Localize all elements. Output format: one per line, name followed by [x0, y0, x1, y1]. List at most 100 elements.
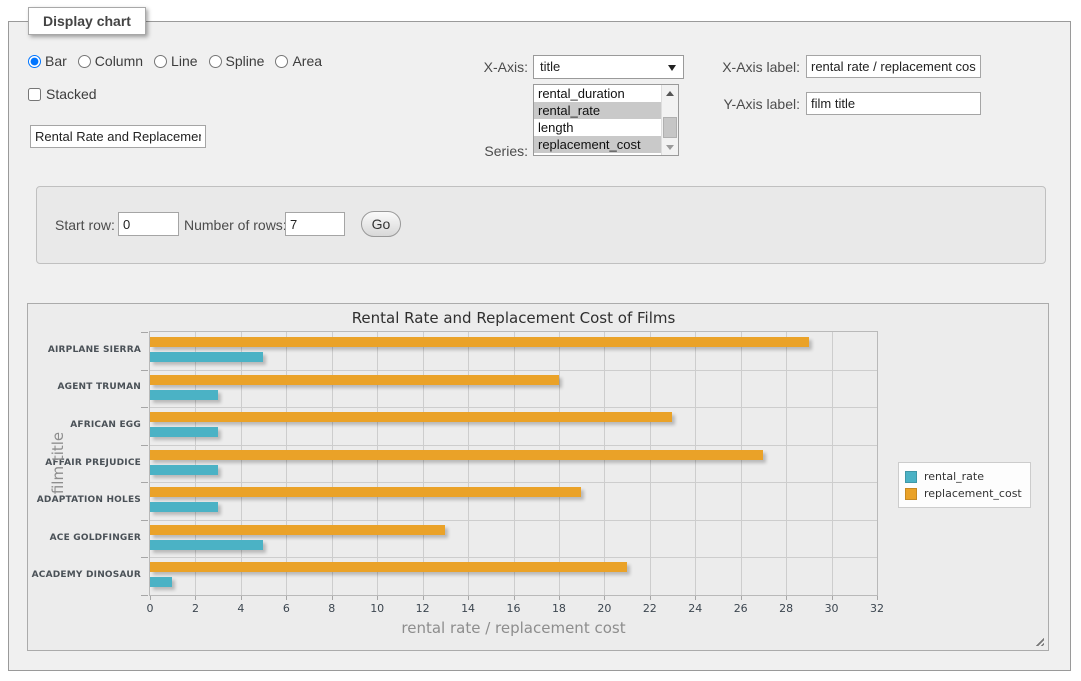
y-tick-mark	[141, 370, 148, 371]
x-tick-mark	[741, 596, 742, 600]
y-category-label: AFRICAN EGG	[28, 420, 141, 430]
chart-type-label: Spline	[226, 53, 265, 69]
chart-type-radio-spline[interactable]	[209, 55, 222, 68]
x-tick-label: 18	[544, 602, 574, 615]
chart-title-input[interactable]	[30, 125, 206, 148]
series-multiselect[interactable]: rental_durationrental_ratelengthreplacem…	[533, 84, 679, 156]
series-options: rental_durationrental_ratelengthreplacem…	[534, 85, 661, 155]
chart-type-option-area: Area	[275, 53, 322, 69]
legend-label: rental_rate	[924, 470, 984, 483]
series-option-rental_duration[interactable]: rental_duration	[534, 85, 661, 102]
x-tick-label: 26	[726, 602, 756, 615]
x-axis-label-input[interactable]	[806, 55, 981, 78]
x-tick-label: 10	[362, 602, 392, 615]
grid-hline	[150, 520, 877, 521]
x-tick-label: 22	[635, 602, 665, 615]
chart-bar-rental_rate	[150, 390, 218, 400]
y-tick-mark	[141, 557, 148, 558]
y-category-label: ADAPTATION HOLES	[28, 495, 141, 505]
x-tick-mark	[604, 596, 605, 600]
series-option-length[interactable]: length	[534, 119, 661, 136]
x-tick-label: 32	[862, 602, 892, 615]
go-button[interactable]: Go	[361, 211, 401, 237]
x-tick-label: 4	[226, 602, 256, 615]
series-option-rental_rate[interactable]: rental_rate	[534, 102, 661, 119]
x-tick-label: 30	[817, 602, 847, 615]
chart-bar-replacement_cost	[150, 525, 445, 535]
stacked-label: Stacked	[46, 86, 97, 102]
chart-type-radio-area[interactable]	[275, 55, 288, 68]
chart-type-radio-column[interactable]	[78, 55, 91, 68]
chart-type-option-line: Line	[154, 53, 197, 69]
grid-hline	[150, 557, 877, 558]
x-tick-mark	[832, 596, 833, 600]
stacked-checkbox[interactable]	[28, 88, 41, 101]
scroll-up-button[interactable]	[662, 85, 678, 101]
series-option-replacement_cost[interactable]: replacement_cost	[534, 136, 661, 153]
y-tick-mark	[141, 332, 148, 333]
series-select-label: Series:	[430, 143, 528, 159]
x-axis-label-caption: X-Axis label:	[690, 59, 800, 75]
grid-hline	[150, 482, 877, 483]
grid-hline	[150, 370, 877, 371]
x-tick-label: 14	[453, 602, 483, 615]
y-axis-label-caption: Y-Axis label:	[690, 96, 800, 112]
chart-type-radios: Bar Column Line Spline Area	[28, 53, 322, 69]
x-tick-mark	[695, 596, 696, 600]
grid-hline	[150, 407, 877, 408]
y-category-label: AFFAIR PREJUDICE	[28, 458, 141, 468]
chart-bar-replacement_cost	[150, 450, 763, 460]
legend-swatch	[905, 471, 917, 483]
num-rows-label: Number of rows:	[184, 217, 287, 233]
series-scrollbar[interactable]	[661, 85, 678, 155]
chart-bar-replacement_cost	[150, 375, 559, 385]
y-category-label: AGENT TRUMAN	[28, 382, 141, 392]
stacked-option: Stacked	[28, 86, 97, 102]
x-tick-mark	[514, 596, 515, 600]
x-tick-mark	[423, 596, 424, 600]
x-axis-select[interactable]: title	[533, 55, 684, 79]
y-tick-mark	[141, 520, 148, 521]
chart-type-radio-bar[interactable]	[28, 55, 41, 68]
y-tick-mark	[141, 482, 148, 483]
x-tick-label: 2	[180, 602, 210, 615]
chevron-down-icon	[668, 65, 676, 71]
grid-vline	[604, 332, 605, 595]
legend-item: replacement_cost	[905, 485, 1022, 502]
grid-vline	[832, 332, 833, 595]
chart-type-label: Bar	[45, 53, 67, 69]
start-row-label: Start row:	[55, 217, 115, 233]
x-tick-mark	[286, 596, 287, 600]
chart-bar-rental_rate	[150, 577, 172, 587]
x-tick-label: 24	[680, 602, 710, 615]
y-axis-title: film title	[49, 432, 67, 494]
grid-vline	[241, 332, 242, 595]
x-tick-mark	[877, 596, 878, 600]
legend-item: rental_rate	[905, 468, 1022, 485]
grid-vline	[286, 332, 287, 595]
x-tick-mark	[786, 596, 787, 600]
chart-type-option-spline: Spline	[209, 53, 265, 69]
x-tick-mark	[559, 596, 560, 600]
x-tick-mark	[650, 596, 651, 600]
start-row-input[interactable]	[118, 212, 179, 236]
resize-grip-icon[interactable]	[1035, 637, 1044, 646]
scroll-down-button[interactable]	[662, 139, 678, 155]
x-tick-mark	[332, 596, 333, 600]
x-tick-mark	[377, 596, 378, 600]
fieldset-legend: Display chart	[28, 7, 146, 35]
scrollbar-thumb[interactable]	[663, 117, 677, 138]
arrow-down-icon	[666, 145, 674, 150]
y-tick-mark	[141, 595, 148, 596]
x-axis-select-label: X-Axis:	[430, 59, 528, 75]
legend-label: replacement_cost	[924, 487, 1022, 500]
page: Display chart Bar Column Line Spline Are…	[0, 0, 1081, 681]
y-axis-label-input[interactable]	[806, 92, 981, 115]
grid-vline	[332, 332, 333, 595]
grid-vline	[559, 332, 560, 595]
grid-vline	[377, 332, 378, 595]
num-rows-input[interactable]	[285, 212, 345, 236]
chart-type-label: Column	[95, 53, 143, 69]
x-axis-title: rental rate / replacement cost	[149, 619, 878, 637]
chart-type-radio-line[interactable]	[154, 55, 167, 68]
